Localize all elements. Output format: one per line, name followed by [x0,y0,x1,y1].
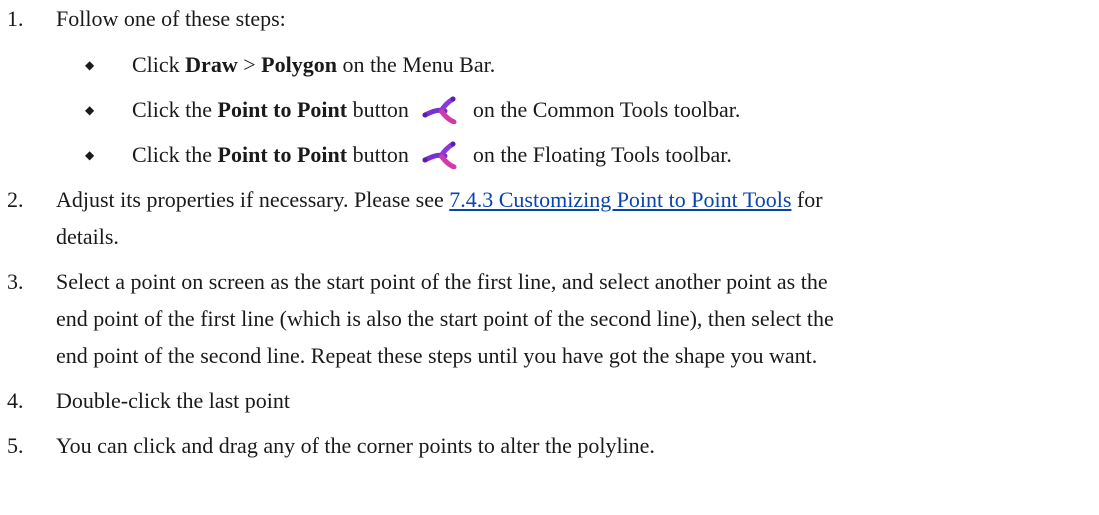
step-text-line-2: end point of the first line (which is al… [56,306,834,331]
step-number: 1. [7,6,24,31]
step-number: 5. [7,433,24,458]
sub-step-suffix: on the Floating Tools toolbar. [472,142,732,167]
sub-step-text: Click the Point to Point button on the C… [132,96,740,124]
step-text-continued: details. [56,224,119,249]
step-text-line-1: Select a point on screen as the start po… [56,269,828,294]
sub-step-prefix: Click [132,52,186,77]
menu-polygon-label: Polygon [261,52,337,77]
diamond-bullet-icon: ◆ [85,103,95,117]
step-number: 4. [7,388,24,413]
menu-separator: > [237,52,262,77]
step-suffix: for [791,187,823,212]
step-text: Follow one of these steps: [56,6,286,31]
diamond-bullet-icon: ◆ [85,58,95,72]
sub-step-prefix: Click the [132,97,218,122]
sub-step-suffix: on the Menu Bar. [336,52,496,77]
menu-draw-label: Draw [185,52,238,77]
step-number: 3. [7,269,24,294]
sub-step-mid: button [347,97,409,122]
point-to-point-icon [421,96,461,124]
customizing-point-to-point-link[interactable]: 7.4.3 Customizing Point to Point Tools [449,187,791,212]
step-prefix: Adjust its properties if necessary. Plea… [56,187,450,212]
sub-step-mid: button [347,142,409,167]
step-text: You can click and drag any of the corner… [56,433,655,458]
sub-step-text: Click the Point to Point button on the F… [132,141,732,169]
sub-step-suffix: on the Common Tools toolbar. [472,97,741,122]
step-text: Adjust its properties if necessary. Plea… [56,186,823,214]
step-text: Double-click the last point [56,388,290,413]
sub-step-prefix: Click the [132,142,218,167]
sub-step-text: Click Draw > Polygon on the Menu Bar. [132,51,495,79]
step-number: 2. [7,187,24,212]
point-to-point-icon [421,141,461,169]
diamond-bullet-icon: ◆ [85,148,95,162]
tool-name-label: Point to Point [217,97,348,122]
step-text-line-3: end point of the second line. Repeat the… [56,343,818,368]
tool-name-label: Point to Point [217,142,348,167]
